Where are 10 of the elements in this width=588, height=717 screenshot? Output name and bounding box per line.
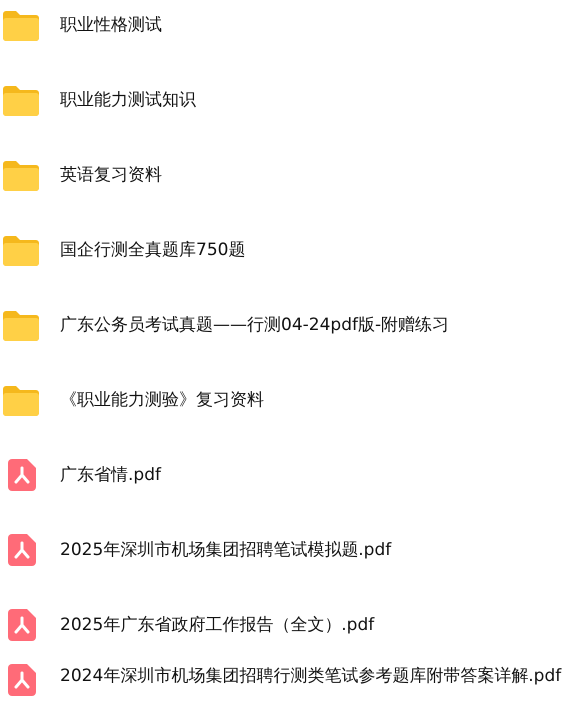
file-name[interactable]: 广东省情.pdf — [60, 463, 161, 486]
file-name[interactable]: 职业能力测试知识 — [60, 88, 196, 111]
file-name[interactable]: 职业性格测试 — [60, 13, 162, 36]
file-name[interactable]: 2025年深圳市机场集团招聘笔试模拟题.pdf — [60, 538, 392, 561]
file-name[interactable]: 国企行测全真题库750题 — [60, 238, 246, 261]
file-name[interactable]: 英语复习资料 — [60, 163, 162, 186]
file-name[interactable]: 2024年深圳市机场集团招聘行测类笔试参考题库附带答案详解.pdf — [60, 664, 562, 687]
file-name[interactable]: 广东公务员考试真题——行测04-24pdf版-附赠练习 — [60, 313, 450, 336]
file-name[interactable]: 2025年广东省政府工作报告（全文）.pdf — [60, 613, 374, 636]
file-name[interactable]: 《职业能力测验》复习资料 — [60, 388, 264, 411]
